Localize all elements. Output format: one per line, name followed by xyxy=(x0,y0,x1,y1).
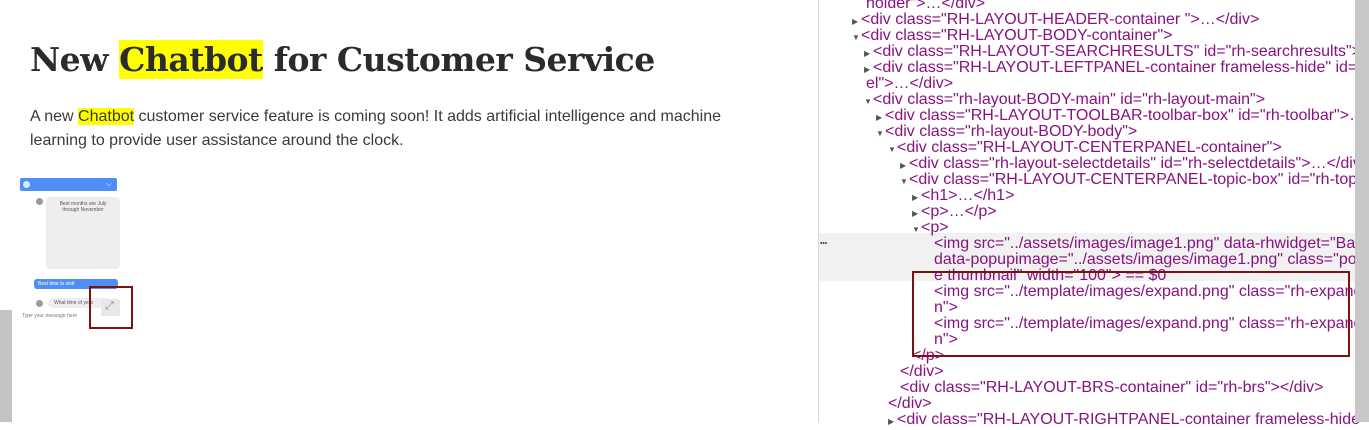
dom-node-line[interactable]: ▶ <div class="RH-LAYOUT-RIGHTPANEL-contai… xyxy=(888,412,1369,428)
expand-triangle-icon[interactable]: ▼ xyxy=(900,174,909,190)
dom-node-line[interactable]: ▼<div class="rh-layout-BODY-body"> xyxy=(876,124,1137,140)
dom-node-line[interactable]: ▼<div class="rh-layout-BODY-main" id="rh… xyxy=(864,92,1265,108)
dom-node-text: <div class="RH-LAYOUT-BODY-container"> xyxy=(861,27,1173,44)
bot-avatar-icon xyxy=(36,300,43,307)
message-input-hint: Type your message here xyxy=(22,313,78,319)
dom-node-line[interactable]: <div class="RH-LAYOUT-BRS-container" id=… xyxy=(900,380,1323,396)
devtools-scrollbar[interactable] xyxy=(1355,0,1369,422)
expand-triangle-icon[interactable]: ▼ xyxy=(876,126,885,142)
title-highlight: Chatbot xyxy=(119,40,263,79)
expand-triangle-icon[interactable]: ▼ xyxy=(864,94,873,110)
intro-text-end: customer service feature is coming soon!… xyxy=(30,108,722,149)
dom-node-text: <div class="rh-layout-BODY-main" id="rh-… xyxy=(873,91,1266,108)
page-title: New Chatbot for Customer Service xyxy=(30,40,655,79)
title-text: New xyxy=(30,40,120,79)
dom-node-line[interactable]: ▼<div class="RH-LAYOUT-CENTERPANEL-topic… xyxy=(900,172,1369,188)
chevron-down-icon: ⌵ xyxy=(105,179,112,188)
dom-node-line[interactable]: ▼<div class="RH-LAYOUT-CENTERPANEL-conta… xyxy=(888,140,1282,156)
dom-node-text: <div class="RH-LAYOUT-SEARCHRESULTS" id=… xyxy=(873,43,1369,60)
dom-node-text: <div class="RH-LAYOUT-CENTERPANEL-topic-… xyxy=(909,171,1369,188)
dom-node-text: <p> xyxy=(921,219,949,236)
intro-highlight: Chatbot xyxy=(78,108,135,125)
dom-node-text: <div class="RH-LAYOUT-HEADER-container "… xyxy=(861,11,1260,28)
dom-node-line[interactable]: ▶ <div class="RH-LAYOUT-TOOLBAR-toolbar-b… xyxy=(876,108,1369,124)
intro-text: A new xyxy=(30,108,79,125)
chat-bubble: Best months are July through November xyxy=(46,197,120,269)
dom-node-line[interactable]: data-popupimage="../assets/images/image1… xyxy=(934,252,1369,268)
bot-avatar-icon xyxy=(36,198,43,205)
dom-node-line[interactable]: <img src="../assets/images/image1.png" d… xyxy=(934,236,1369,252)
dom-node-line[interactable]: ▶ <p>…</p> xyxy=(912,204,997,220)
dom-node-text: <p>…</p> xyxy=(921,203,997,220)
expand-triangle-icon[interactable]: ▼ xyxy=(912,222,921,238)
chat-logo-icon xyxy=(23,181,30,188)
node-actions-dots[interactable]: … xyxy=(820,233,827,247)
dom-node-text: <div class="RH-LAYOUT-TOOLBAR-toolbar-bo… xyxy=(885,107,1369,124)
dom-node-line[interactable]: ▶ <div class="rh-layout-selectdetails" id… xyxy=(900,156,1369,172)
dom-node-text: <img src="../assets/images/image1.png" d… xyxy=(934,235,1369,252)
dom-node-line[interactable]: ▶ <div class="RH-LAYOUT-HEADER-container … xyxy=(852,12,1259,28)
chip-label: Best time to visit xyxy=(38,281,75,287)
intro-paragraph: A new Chatbot customer service feature i… xyxy=(30,105,780,153)
dom-node-text: <div class="RH-LAYOUT-LEFTPANEL-containe… xyxy=(873,59,1369,76)
dom-node-text: <div class="RH-LAYOUT-CENTERPANEL-contai… xyxy=(897,139,1282,156)
dom-node-line[interactable]: ▶ <h1>…</h1> xyxy=(912,188,1014,204)
dom-node-line[interactable]: ▼<p> xyxy=(912,220,949,236)
dom-node-line[interactable]: ▶ <div class="RH-LAYOUT-SEARCHRESULTS" id… xyxy=(864,44,1369,60)
dom-node-text: <div class="RH-LAYOUT-RIGHTPANEL-contain… xyxy=(897,411,1369,428)
highlight-box-expand xyxy=(89,286,133,329)
dom-node-text: </div> xyxy=(888,395,932,412)
dom-node-text: <div class="RH-LAYOUT-BRS-container" id=… xyxy=(900,379,1324,396)
page-gutter xyxy=(0,310,12,422)
question-text: What time of year xyxy=(54,300,94,306)
dom-node-line[interactable]: el">…</div> xyxy=(866,76,953,92)
expand-triangle-icon[interactable]: ▼ xyxy=(888,142,897,158)
expand-triangle-icon[interactable]: ▼ xyxy=(852,30,861,46)
dom-node-text: <h1>…</h1> xyxy=(921,187,1015,204)
dom-node-text: <div class="rh-layout-selectdetails" id=… xyxy=(909,155,1369,172)
dom-node-text: </div> xyxy=(900,363,944,380)
dom-node-line[interactable]: ▶ <div class="RH-LAYOUT-LEFTPANEL-contain… xyxy=(864,60,1369,76)
dom-node-line[interactable]: </div> xyxy=(900,364,944,380)
highlight-box-code xyxy=(912,271,1350,357)
chat-header-bar: ⌵ xyxy=(20,178,117,191)
dom-node-text: <div class="rh-layout-BODY-body"> xyxy=(885,123,1138,140)
title-text-end: for Customer Service xyxy=(262,40,655,79)
article-page: New Chatbot for Customer Service A new C… xyxy=(12,0,818,422)
dom-node-text: data-popupimage="../assets/images/image1… xyxy=(934,251,1369,268)
dom-node-line[interactable]: ▼<div class="RH-LAYOUT-BODY-container"> xyxy=(852,28,1172,44)
dom-node-text: el">…</div> xyxy=(866,75,954,92)
chat-bubble-text: Best months are July through November xyxy=(59,201,107,213)
dom-node-line[interactable]: </div> xyxy=(888,396,932,412)
collapse-triangle-icon[interactable]: ▶ xyxy=(888,414,897,430)
